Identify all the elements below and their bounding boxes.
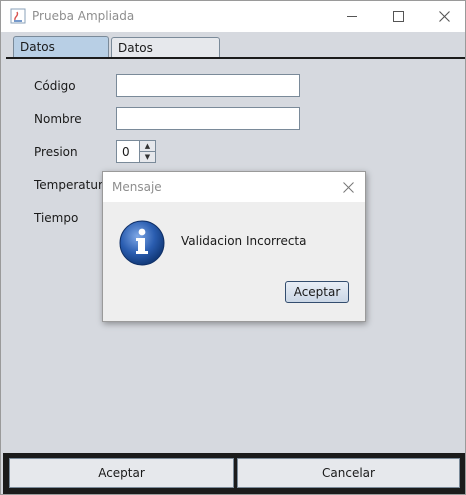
tab-datos-ampliados[interactable]: Datos Ampliados	[111, 37, 220, 75]
minimize-button[interactable]	[329, 1, 375, 32]
maximize-icon	[392, 11, 404, 22]
dialog-title: Mensaje	[112, 180, 162, 194]
codigo-label: Código	[34, 79, 76, 93]
close-icon	[438, 11, 450, 22]
minimize-icon	[347, 16, 357, 17]
tiempo-label: Tiempo	[34, 211, 79, 225]
accept-button[interactable]: Aceptar	[9, 458, 234, 488]
tab-datos-basicos[interactable]: Datos Basicos	[13, 36, 109, 74]
spinner-up-button[interactable]: ▲	[140, 141, 155, 152]
codigo-input[interactable]	[116, 74, 300, 97]
dialog-title-bar[interactable]: Mensaje	[103, 172, 365, 202]
maximize-button[interactable]	[375, 1, 421, 32]
info-icon	[119, 220, 165, 266]
title-bar[interactable]: Prueba Ampliada	[1, 1, 465, 32]
window-title: Prueba Ampliada	[32, 9, 135, 23]
close-button[interactable]	[421, 1, 466, 32]
chevron-down-icon: ▼	[144, 152, 151, 161]
presion-value: 0	[122, 145, 130, 159]
nombre-label: Nombre	[34, 112, 82, 126]
dialog-accept-button[interactable]: Aceptar	[285, 281, 349, 303]
footer-bar: Aceptar Cancelar	[3, 453, 465, 494]
chevron-up-icon: ▲	[144, 141, 151, 150]
java-app-icon	[10, 8, 26, 24]
message-dialog: Mensaje Validacion Incorrecta Aceptar	[102, 171, 366, 322]
cancel-button[interactable]: Cancelar	[237, 458, 460, 488]
temperatura-label: Temperatura	[34, 178, 111, 192]
spinner-buttons: ▲ ▼	[139, 141, 155, 162]
spinner-down-button[interactable]: ▼	[140, 152, 155, 162]
dialog-message: Validacion Incorrecta	[181, 234, 307, 248]
close-icon	[342, 181, 354, 193]
nombre-input[interactable]	[116, 107, 300, 130]
dialog-close-button[interactable]	[339, 178, 357, 196]
presion-spinner[interactable]: 0 ▲ ▼	[116, 140, 156, 163]
presion-label: Presion	[34, 145, 78, 159]
tab-strip: Datos Basicos Datos Ampliados	[1, 32, 465, 75]
